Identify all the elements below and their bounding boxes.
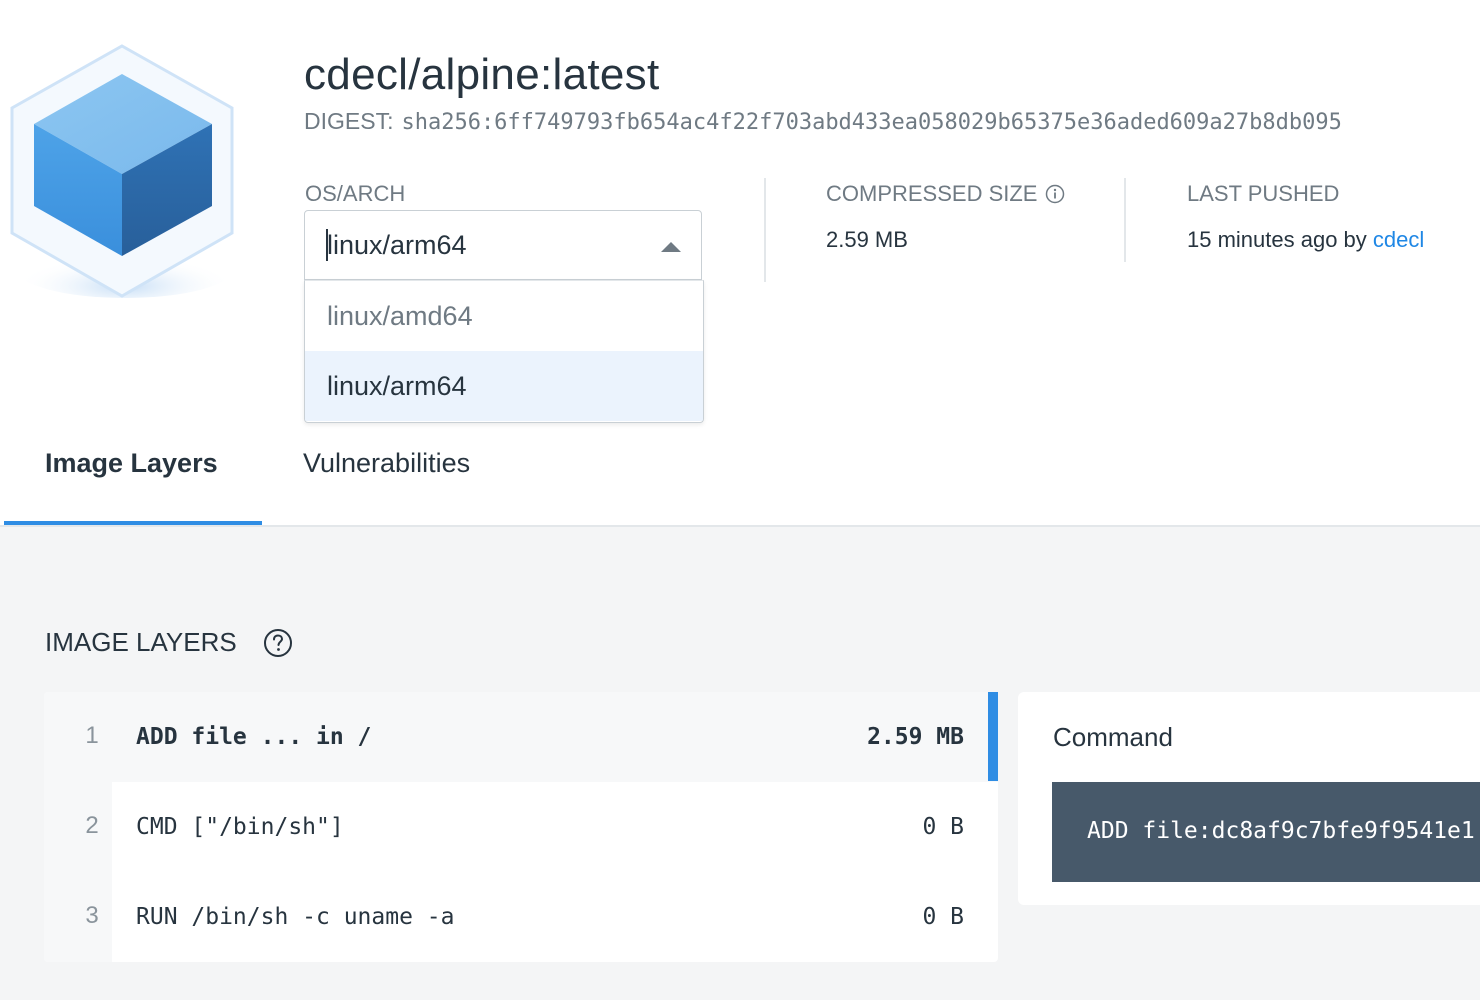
- layer-command: RUN /bin/sh -c uname -a: [136, 904, 455, 930]
- layer-size: 0 B: [922, 814, 964, 840]
- layers-panel: IMAGE LAYERS 1 ADD file ... in / 2.59 MB…: [0, 527, 1480, 1000]
- digest-label: DIGEST:: [304, 108, 394, 134]
- osarch-label: OS/ARCH: [305, 181, 406, 206]
- digest-value[interactable]: sha256:6ff749793fb654ac4f22f703abd433ea0…: [401, 110, 1341, 135]
- layer-row[interactable]: 3 RUN /bin/sh -c uname -a 0 B: [44, 872, 998, 962]
- command-code-block: ADD file:dc8af9c7bfe9f9541e1: [1052, 782, 1480, 882]
- layer-size: 0 B: [922, 904, 964, 930]
- last-pushed-time: 15 minutes ago by: [1187, 227, 1367, 252]
- compressed-size-label: COMPRESSED SIZE: [826, 181, 1065, 207]
- info-icon[interactable]: [1045, 184, 1065, 204]
- column-divider: [764, 178, 766, 282]
- osarch-menu: linux/amd64 linux/arm64: [304, 280, 704, 423]
- osarch-option-arm64[interactable]: linux/arm64: [305, 351, 703, 421]
- compressed-size-value: 2.59 MB: [826, 227, 908, 252]
- pushed-by-user-link[interactable]: cdecl: [1373, 227, 1424, 252]
- osarch-selected-value: linux/arm64: [327, 230, 467, 260]
- last-pushed-value: 15 minutes ago by cdecl: [1187, 227, 1424, 253]
- section-title: IMAGE LAYERS: [45, 627, 293, 658]
- caret-up-icon[interactable]: [661, 242, 681, 252]
- image-title: cdecl/alpine:latest: [304, 50, 660, 99]
- digest: DIGEST: sha256:6ff749793fb654ac4f22f703ab…: [304, 108, 1342, 135]
- image-layers-heading: IMAGE LAYERS: [45, 627, 237, 657]
- osarch-option-amd64[interactable]: linux/amd64: [305, 281, 703, 351]
- layers-list: 1 ADD file ... in / 2.59 MB 2 CMD ["/bin…: [44, 692, 998, 962]
- layer-number: 1: [85, 722, 99, 749]
- help-icon[interactable]: [263, 628, 293, 658]
- command-title: Command: [1053, 722, 1173, 752]
- layer-number: 3: [85, 902, 99, 929]
- image-header: cdecl/alpine:latest DIGEST: sha256:6ff749…: [0, 0, 1480, 527]
- layer-row[interactable]: 2 CMD ["/bin/sh"] 0 B: [44, 782, 998, 872]
- osarch-select[interactable]: linux/arm64: [304, 210, 702, 280]
- tab-vulnerabilities[interactable]: Vulnerabilities: [303, 448, 470, 479]
- compressed-size-label-text: COMPRESSED SIZE: [826, 181, 1038, 206]
- layer-row[interactable]: 1 ADD file ... in / 2.59 MB: [44, 692, 998, 782]
- layer-command: ADD file ... in /: [136, 724, 372, 750]
- layer-size: 2.59 MB: [867, 724, 964, 750]
- selected-layer-indicator: [988, 692, 998, 781]
- last-pushed-label: LAST PUSHED: [1187, 181, 1340, 206]
- layer-number: 2: [85, 812, 99, 839]
- tab-image-layers[interactable]: Image Layers: [45, 448, 218, 479]
- command-text: ADD file:dc8af9c7bfe9f9541e1: [1087, 818, 1475, 844]
- command-panel: Command ADD file:dc8af9c7bfe9f9541e1: [1018, 692, 1480, 905]
- layer-command: CMD ["/bin/sh"]: [136, 814, 344, 840]
- image-cube-logo: [10, 44, 235, 298]
- column-divider: [1124, 178, 1126, 262]
